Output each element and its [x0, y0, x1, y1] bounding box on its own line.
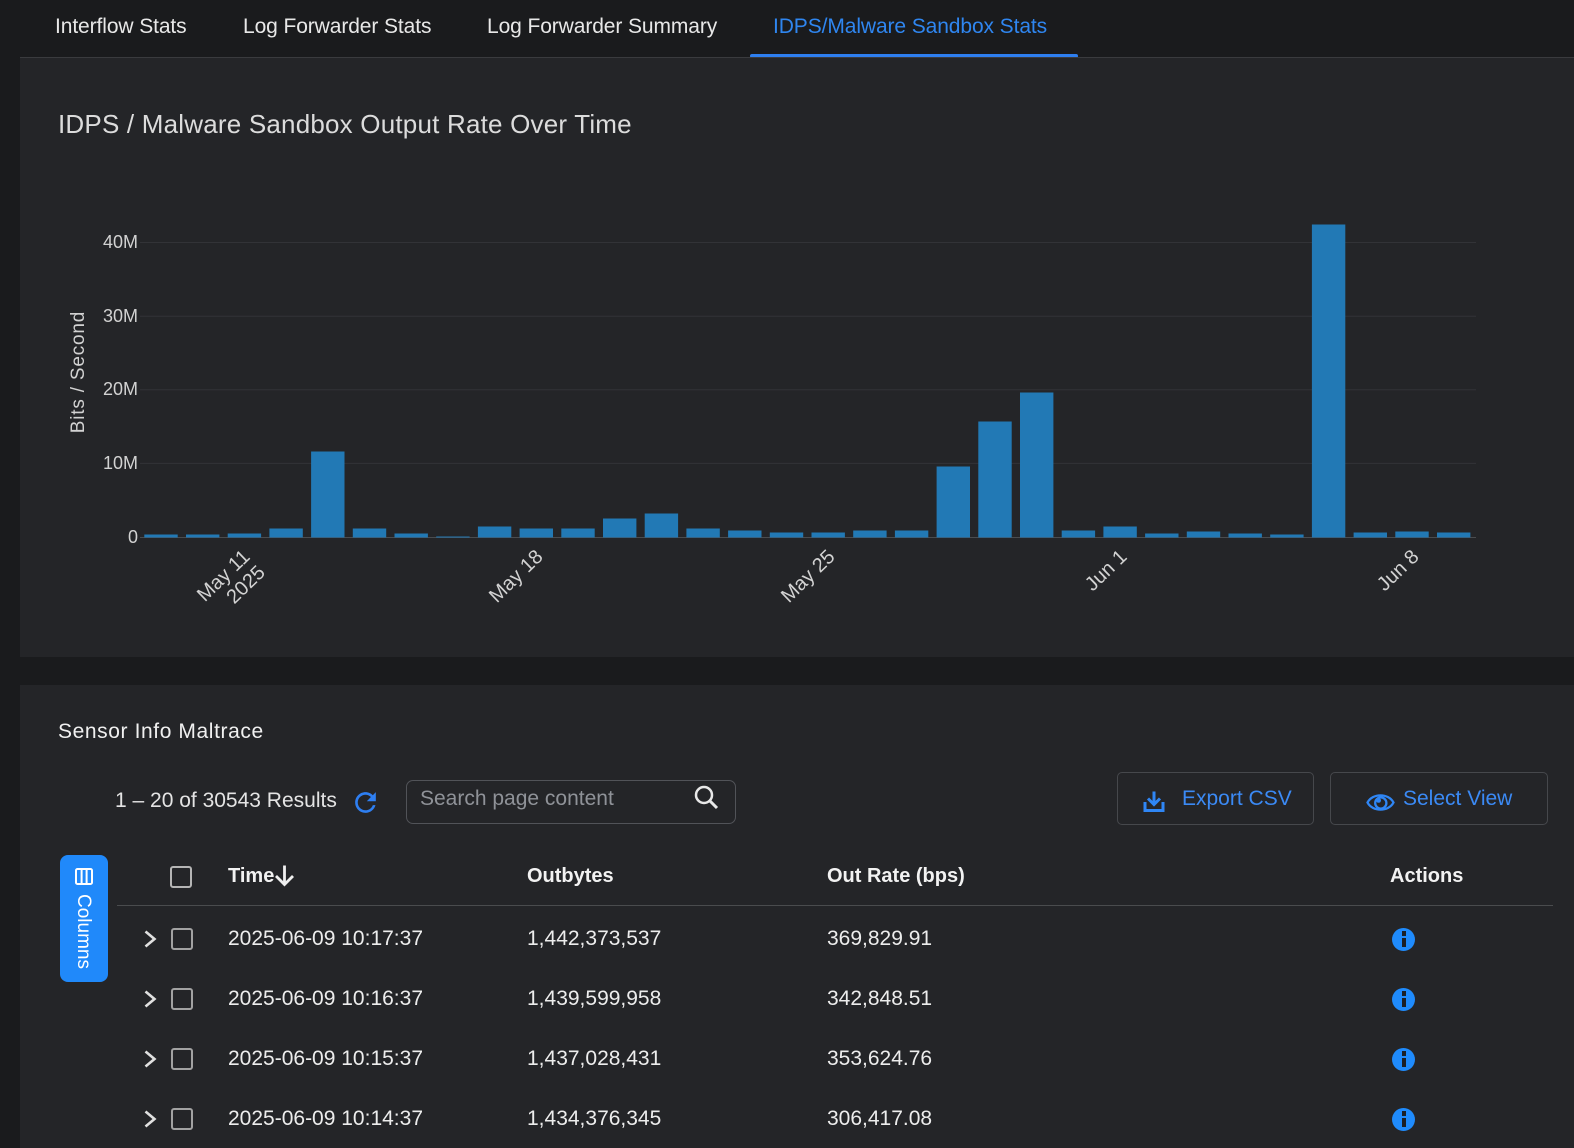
svg-text:May 112025: May 112025 — [193, 546, 270, 622]
svg-text:40M: 40M — [103, 232, 138, 252]
svg-text:May 25: May 25 — [777, 546, 839, 607]
svg-text:10M: 10M — [103, 453, 138, 473]
svg-text:Jun 1: Jun 1 — [1081, 546, 1131, 596]
svg-text:Bits / Second: Bits / Second — [68, 311, 89, 433]
svg-text:Jun 8: Jun 8 — [1373, 546, 1423, 596]
svg-text:May 18: May 18 — [485, 546, 547, 607]
svg-text:0: 0 — [128, 527, 138, 547]
svg-text:30M: 30M — [103, 306, 138, 326]
svg-text:20M: 20M — [103, 379, 138, 399]
